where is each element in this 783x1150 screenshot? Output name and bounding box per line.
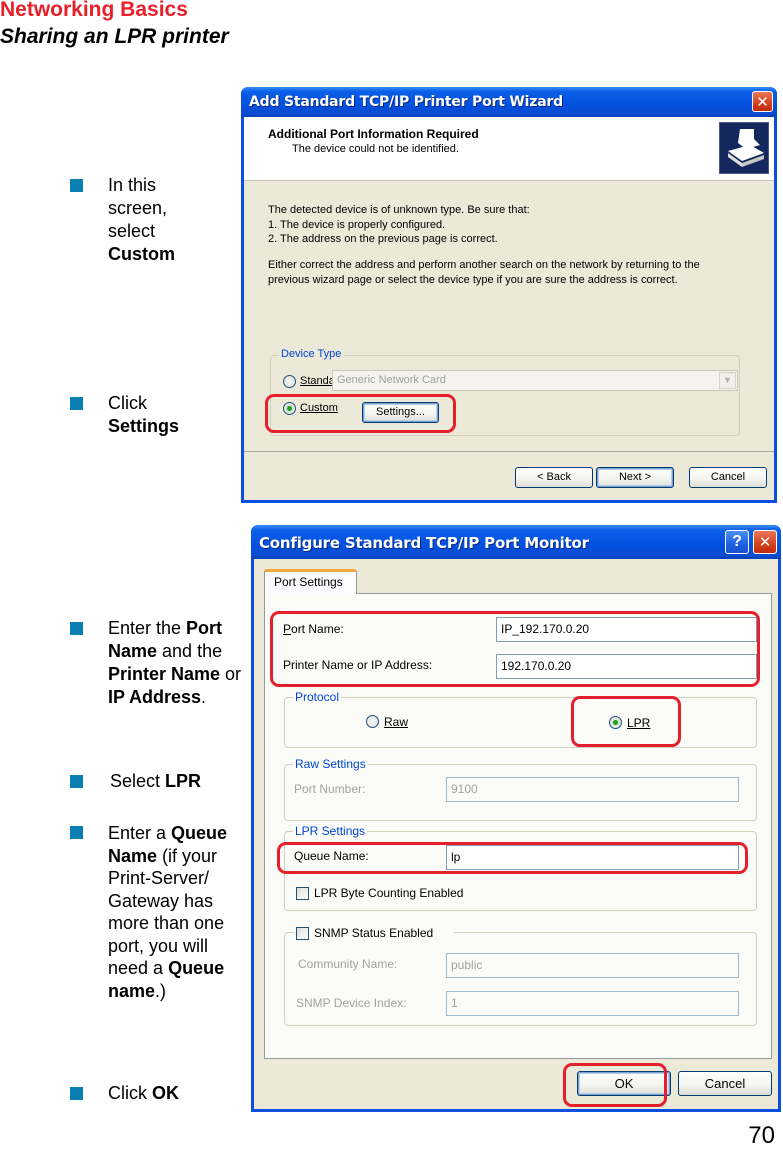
instruction-select-lpr: Select LPR [110,770,246,793]
instruction-bold: Custom [108,244,175,264]
snmp-status-label[interactable]: SNMP Status Enabled [314,926,433,940]
cancel-button[interactable]: Cancel [678,1071,772,1096]
instruction-click-settings: Click Settings [108,392,208,438]
raw-label-text: Raw [384,715,409,729]
lpr-byte-counting-label[interactable]: LPR Byte Counting Enabled [314,886,463,900]
bullet-icon [70,622,83,635]
wizard-body-line: 1. The device is properly configured. [268,218,446,231]
wizard-body-line: previous wizard page or select the devic… [268,273,678,286]
instruction-text: Click [108,393,147,413]
instruction-bold: IP Address [108,687,202,707]
protocol-legend: Protocol [293,690,342,704]
close-icon[interactable]: ✕ [752,91,773,112]
instruction-bold: OK [152,1083,179,1103]
back-button[interactable]: < Back [515,467,593,488]
page-subtitle: Sharing an LPR printer [0,25,229,48]
wizard-body-line: Either correct the address and perform a… [268,259,700,271]
wizard-body-line: 2. The address on the previous page is c… [268,233,498,245]
wizard-heading: Additional Port Information Required [268,127,479,141]
highlight-queue-name [277,842,748,874]
instruction-text: Enter the [108,618,187,638]
help-icon[interactable]: ? [725,530,749,554]
wizard-body-line: The detected device is of unknown type. … [268,204,530,216]
instruction-text: and the [157,641,223,661]
wizard-body: The detected device is of unknown type. … [268,203,530,247]
port-monitor-titlebar[interactable]: Configure Standard TCP/IP Port Monitor ?… [251,525,781,559]
bullet-icon [70,775,83,788]
port-number-input[interactable]: 9100 [446,777,739,802]
wizard-subheading: The device could not be identified. [292,143,459,155]
raw-label[interactable]: Raw [384,715,408,729]
cancel-button[interactable]: Cancel [689,467,767,488]
instruction-text: .) [155,980,167,1001]
tab-port-settings-label: Port Settings [274,575,343,589]
bullet-icon [70,179,83,192]
raw-settings-legend: Raw Settings [293,757,368,771]
bullet-icon [70,397,83,410]
device-type-dropdown-value: Generic Network Card [337,374,446,386]
instruction-bold: Printer Name [108,664,221,684]
port-monitor-title: Configure Standard TCP/IP Port Monitor [259,534,589,552]
snmp-device-index-input[interactable]: 1 [446,991,739,1016]
highlight-ok [563,1063,667,1107]
instruction-text: Enter a [108,823,172,843]
wizard-separator [244,451,774,452]
instruction-text: or [220,664,242,684]
port-number-label: Port Number: [294,782,366,796]
community-name-input[interactable]: public [446,953,739,978]
instruction-click-ok: Click OK [108,1082,238,1105]
instruction-bold: LPR [165,771,202,791]
instruction-enter-queue-name: Enter a Queue Name (if your Print-Server… [108,822,238,1002]
chevron-down-icon[interactable]: ▼ [719,372,736,389]
wizard-title: Add Standard TCP/IP Printer Port Wizard [249,94,563,110]
tab-port-settings[interactable]: Port Settings [264,569,357,594]
highlight-port-name [270,611,760,687]
close-icon[interactable]: ✕ [753,530,777,554]
bullet-icon [70,826,83,839]
highlight-custom-settings [265,394,456,433]
lpr-byte-counting-checkbox[interactable] [296,887,309,900]
instruction-bold: Settings [108,416,180,436]
printer-icon [719,122,769,174]
instruction-select-custom: In this screen, select Custom [108,174,208,266]
wizard-window: Add Standard TCP/IP Printer Port Wizard … [241,87,777,503]
device-type-legend: Device Type [279,348,344,360]
bullet-icon [70,1087,83,1100]
snmp-device-index-label: SNMP Device Index: [296,996,407,1010]
wizard-header: Additional Port Information Required The… [244,117,774,181]
page-number: 70 [748,1122,775,1149]
wizard-titlebar[interactable]: Add Standard TCP/IP Printer Port Wizard … [241,87,777,117]
wizard-body-paragraph: Either correct the address and perform a… [268,258,700,287]
snmp-status-checkbox[interactable] [296,927,309,940]
instruction-text: . [201,687,207,707]
next-button[interactable]: Next > [596,467,674,488]
standard-radio[interactable] [283,375,296,388]
highlight-lpr [571,696,681,747]
device-type-dropdown[interactable]: Generic Network Card ▼ [332,370,738,391]
instruction-enter-port-name: Enter the Port Name and the Printer Name… [108,617,244,709]
instruction-text: Select [110,771,166,791]
lpr-settings-legend: LPR Settings [293,824,368,838]
instruction-text: Click [108,1083,152,1103]
instruction-text: In this screen, select [108,175,168,241]
raw-radio[interactable] [366,715,379,728]
community-name-label: Community Name: [298,957,398,971]
protocol-group: Protocol [284,690,757,748]
section-title: Networking Basics [0,0,188,21]
